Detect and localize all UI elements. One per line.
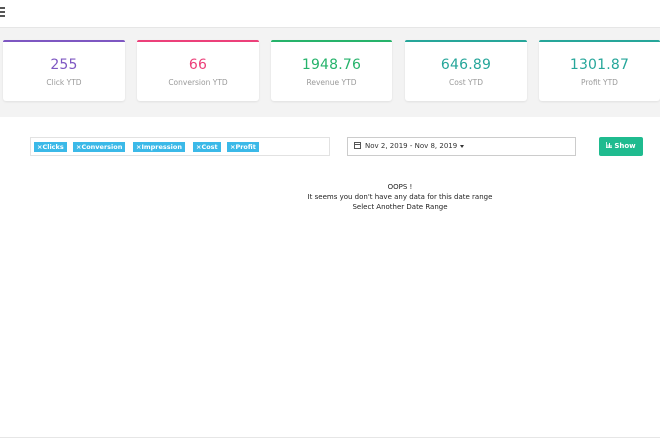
empty-state-message: OOPS ! It seems you don't have any data …	[250, 182, 550, 212]
stats-panel: 255 Click YTD 66 Conversion YTD 1948.76 …	[0, 28, 660, 117]
footer-divider	[0, 437, 660, 438]
stat-card-revenue: 1948.76 Revenue YTD	[271, 40, 392, 101]
card-accent-bar	[405, 40, 527, 42]
tag-cost[interactable]: ×Cost	[193, 142, 221, 152]
tag-clicks[interactable]: ×Clicks	[34, 142, 67, 152]
card-accent-bar	[137, 40, 259, 42]
stat-label: Revenue YTD	[306, 78, 357, 87]
show-button[interactable]: Show	[599, 137, 643, 156]
stat-label: Conversion YTD	[168, 78, 228, 87]
caret-down-icon	[460, 144, 465, 148]
bar-chart-icon	[606, 142, 613, 148]
stat-value: 66	[188, 57, 208, 73]
empty-state-description: It seems you don't have any data for thi…	[307, 193, 493, 201]
stat-card-clicks: 255 Click YTD	[3, 40, 125, 101]
stat-value: 255	[50, 57, 78, 73]
stat-label: Click YTD	[46, 78, 82, 87]
stat-card-cost: 646.89 Cost YTD	[405, 40, 527, 101]
stat-label: Profit YTD	[581, 78, 618, 87]
metric-tags-input[interactable]: ×Clicks ×Conversion ×Impression ×Cost ×P…	[30, 137, 330, 156]
tag-impression[interactable]: ×Impression	[133, 142, 185, 152]
show-button-label: Show	[614, 142, 636, 150]
stat-value: 646.89	[440, 57, 492, 73]
top-navbar	[0, 0, 660, 28]
card-accent-bar	[539, 40, 660, 42]
calendar-icon	[354, 141, 361, 149]
card-accent-bar	[3, 40, 125, 42]
stat-card-profit: 1301.87 Profit YTD	[539, 40, 660, 101]
hamburger-icon[interactable]	[0, 7, 5, 17]
empty-state-hint: Select Another Date Range	[352, 203, 448, 211]
empty-state-title: OOPS !	[387, 183, 413, 191]
tag-conversion[interactable]: ×Conversion	[73, 142, 126, 152]
stat-value: 1948.76	[301, 57, 362, 73]
stat-value: 1301.87	[569, 57, 630, 73]
stat-label: Cost YTD	[449, 78, 483, 87]
card-accent-bar	[271, 40, 392, 42]
tag-profit[interactable]: ×Profit	[227, 142, 259, 152]
date-range-text: Nov 2, 2019 - Nov 8, 2019	[365, 142, 458, 150]
date-range-picker[interactable]: Nov 2, 2019 - Nov 8, 2019	[347, 137, 576, 156]
stat-card-conversion: 66 Conversion YTD	[137, 40, 259, 101]
